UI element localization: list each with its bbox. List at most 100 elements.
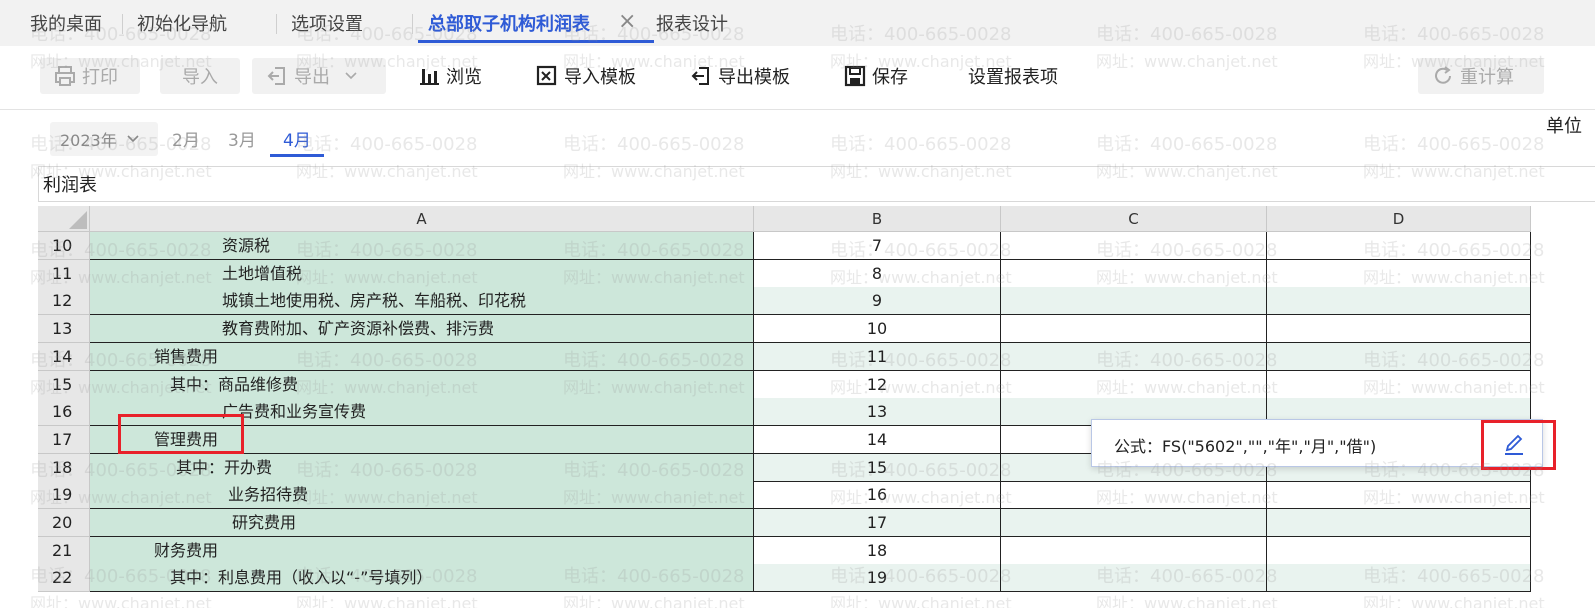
month-tab-feb[interactable]: 2月	[172, 126, 200, 151]
row-number[interactable]: 18	[38, 453, 90, 482]
tab-separator	[412, 14, 413, 34]
cell-b[interactable]: 19	[754, 564, 1001, 593]
tab-profit-report[interactable]: 总部取子机构利润表	[428, 10, 590, 36]
formula-text: 公式：FS("5602","","年","月","借")	[1114, 437, 1377, 456]
cell-a[interactable]: 土地增值税	[90, 259, 754, 288]
close-icon[interactable]: ×	[618, 9, 636, 34]
cell-c[interactable]	[1001, 315, 1267, 344]
row-number[interactable]: 11	[38, 259, 90, 288]
cell-d[interactable]	[1267, 315, 1531, 344]
formula-popup: 公式：FS("5602","","年","月","借")	[1091, 419, 1543, 467]
cell-a[interactable]: 其中：开办费	[90, 453, 754, 482]
cell-a[interactable]: 资源税	[90, 232, 754, 260]
cell-d[interactable]	[1267, 232, 1531, 260]
row-number[interactable]: 12	[38, 287, 90, 316]
year-value: 2023年	[60, 131, 117, 150]
cell-c[interactable]	[1001, 481, 1267, 510]
import-button[interactable]: 导入	[160, 58, 240, 94]
cell-b[interactable]: 10	[754, 315, 1001, 344]
recalculate-label: 重计算	[1460, 67, 1514, 88]
cell-a[interactable]: 研究费用	[90, 509, 754, 537]
print-button[interactable]: 打印	[40, 58, 140, 94]
cell-b[interactable]: 16	[754, 481, 1001, 510]
cell-a[interactable]: 财务费用	[90, 536, 754, 565]
cell-d[interactable]	[1267, 287, 1531, 316]
report-settings-button[interactable]: 设置报表项	[968, 58, 1058, 94]
refresh-icon	[1435, 66, 1451, 84]
table-row: 21 财务费用 18	[38, 536, 1595, 565]
row-number[interactable]: 19	[38, 481, 90, 510]
save-icon	[844, 65, 866, 87]
cell-b[interactable]: 12	[754, 370, 1001, 399]
cell-d[interactable]	[1267, 536, 1531, 565]
cell-d[interactable]	[1267, 342, 1531, 371]
row-number[interactable]: 10	[38, 232, 90, 260]
row-number[interactable]: 13	[38, 315, 90, 344]
cell-c[interactable]	[1001, 564, 1267, 593]
column-header-b[interactable]: B	[754, 206, 1001, 232]
select-all-corner[interactable]	[38, 206, 90, 232]
row-number[interactable]: 21	[38, 536, 90, 565]
cell-c[interactable]	[1001, 370, 1267, 399]
highlight-box-edit-icon	[1481, 420, 1556, 470]
cell-c[interactable]	[1001, 259, 1267, 288]
cell-b[interactable]: 15	[754, 453, 1001, 482]
cell-d[interactable]	[1267, 259, 1531, 288]
export-button[interactable]: 导出	[252, 58, 386, 94]
row-number[interactable]: 16	[38, 398, 90, 427]
tab-report-design[interactable]: 报表设计	[656, 10, 728, 36]
cell-b[interactable]: 9	[754, 287, 1001, 316]
cell-a[interactable]: 销售费用	[90, 342, 754, 371]
cell-b[interactable]: 14	[754, 425, 1001, 454]
cell-d[interactable]	[1267, 509, 1531, 537]
cell-c[interactable]	[1001, 232, 1267, 260]
row-number[interactable]: 15	[38, 370, 90, 399]
cell-a[interactable]: 其中：商品维修费	[90, 370, 754, 399]
unit-label: 单位	[1546, 116, 1582, 137]
month-tab-mar[interactable]: 3月	[228, 126, 256, 151]
highlight-box-management-expense	[118, 414, 244, 454]
cell-b[interactable]: 8	[754, 259, 1001, 288]
cell-c[interactable]	[1001, 509, 1267, 537]
chevron-down-icon	[127, 135, 139, 143]
row-number[interactable]: 20	[38, 509, 90, 537]
period-bar: 2023年 2月 3月 4月 单位	[0, 112, 1595, 166]
cell-a[interactable]: 城镇土地使用税、房产税、车船税、印花税	[90, 287, 754, 316]
cell-c[interactable]	[1001, 342, 1267, 371]
cell-b[interactable]: 13	[754, 398, 1001, 427]
report-name-field[interactable]: 利润表	[38, 166, 1595, 202]
save-button[interactable]: 保存	[844, 58, 908, 94]
recalculate-button[interactable]: 重计算	[1418, 58, 1544, 94]
export-template-button[interactable]: 导出模板	[690, 58, 790, 94]
cell-d[interactable]	[1267, 370, 1531, 399]
row-number[interactable]: 22	[38, 564, 90, 593]
printer-icon	[55, 66, 75, 86]
cell-a[interactable]: 教育费附加、矿产资源补偿费、排污费	[90, 315, 754, 344]
tab-my-desktop[interactable]: 我的桌面	[30, 10, 102, 36]
export-template-label: 导出模板	[718, 67, 790, 88]
tab-init-nav[interactable]: 初始化导航	[137, 10, 227, 36]
cell-c[interactable]	[1001, 287, 1267, 316]
cell-d[interactable]	[1267, 564, 1531, 593]
cell-c[interactable]	[1001, 536, 1267, 565]
column-header-c[interactable]: C	[1001, 206, 1267, 232]
browse-button[interactable]: 浏览	[418, 58, 482, 94]
export-template-icon	[691, 67, 709, 85]
cell-b[interactable]: 7	[754, 232, 1001, 260]
row-number[interactable]: 17	[38, 425, 90, 454]
cell-d[interactable]	[1267, 481, 1531, 510]
cell-a[interactable]: 业务招待费	[90, 481, 754, 510]
row-number[interactable]: 14	[38, 342, 90, 371]
cell-b[interactable]: 17	[754, 509, 1001, 537]
cell-a[interactable]: 其中：利息费用（收入以“-”号填列）	[90, 564, 754, 593]
year-select[interactable]: 2023年	[50, 122, 158, 156]
cell-b[interactable]: 11	[754, 342, 1001, 371]
tab-options[interactable]: 选项设置	[291, 10, 363, 36]
month-tab-apr[interactable]: 4月	[283, 126, 311, 151]
cell-b[interactable]: 18	[754, 536, 1001, 565]
table-row: 22 其中：利息费用（收入以“-”号填列） 19	[38, 564, 1595, 593]
column-header-a[interactable]: A	[90, 206, 754, 232]
table-row: 12 城镇土地使用税、房产税、车船税、印花税 9	[38, 287, 1595, 316]
import-template-button[interactable]: 导入模板	[536, 58, 636, 94]
column-header-d[interactable]: D	[1267, 206, 1531, 232]
